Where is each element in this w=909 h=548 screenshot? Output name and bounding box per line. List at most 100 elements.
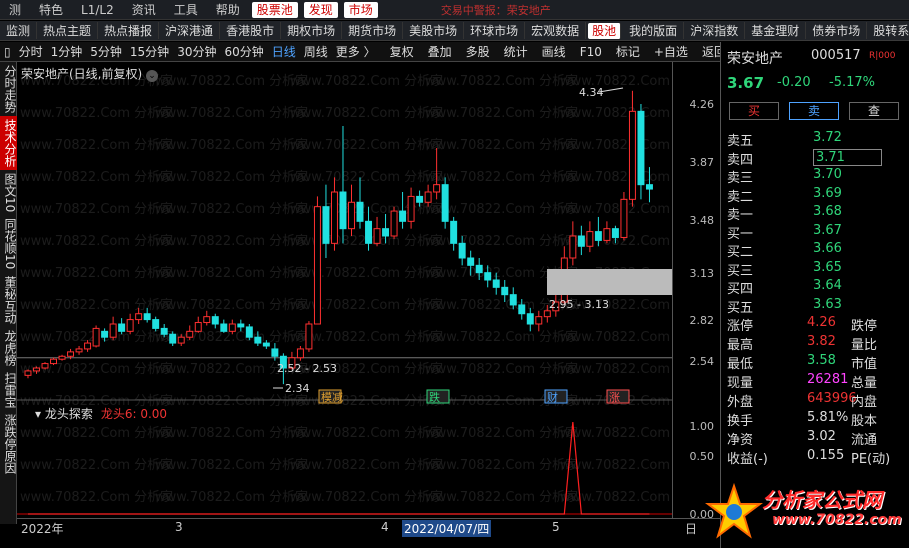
period-7[interactable]: 周线 [300,43,332,60]
price-tick: 4.26 [689,98,715,111]
candle-body [322,206,330,244]
nav-item[interactable]: 股转系统 [867,22,909,39]
stat-row: 净资 3.02 流通 [727,429,907,448]
range-annotation: 2.52 - 2.53 [277,362,337,375]
candle-body [518,304,526,315]
period-5[interactable]: 60分钟 [220,43,267,60]
candle-body [458,242,466,259]
candle-body [271,348,279,357]
nav-item[interactable]: 沪深指数 [684,22,746,39]
menu-button[interactable]: 股票池 [251,1,298,18]
stat-label: 最低 [727,357,754,372]
candle-body [543,310,551,318]
sell-button[interactable]: 卖 [789,102,839,120]
tool-5[interactable]: F10 [576,45,606,59]
period-3[interactable]: 15分钟 [126,43,173,60]
nav-item[interactable]: 美股市场 [403,22,465,39]
stat-value: 3.58 [807,353,836,368]
stat-value: 643996 [807,391,857,406]
stat-value: 0.155 [807,448,845,463]
nav-item[interactable]: 我的版面 [623,22,685,39]
side-tab[interactable]: 董秘互动 [0,273,17,327]
candle-body [390,210,398,237]
query-button[interactable]: 查 [849,102,899,120]
nav-item[interactable]: 债券市场 [806,22,868,39]
menu-item[interactable]: 特色 [30,1,72,18]
side-tab[interactable]: 扫雷宝 [0,369,17,411]
side-tab[interactable]: 图文10 [0,170,17,215]
menu-item[interactable]: 资讯 [123,1,165,18]
time-axis: 2022年 3 4 2022/04/07/四 5 日 [17,518,720,537]
candle-body [569,235,577,259]
side-tab[interactable]: 同花顺10 [0,215,17,272]
nav-item[interactable]: 宏观数据 [525,22,587,39]
stat-value: 3.02 [807,429,836,444]
nav-item[interactable]: 监测 [0,22,38,39]
candle-body [67,351,75,357]
nav-item[interactable]: 基金理财 [745,22,807,39]
candle-body [492,279,500,288]
toolbar-toggle-icon[interactable]: ▯ [0,45,15,59]
menu-item[interactable]: 帮助 [207,1,249,18]
candle-body [228,323,236,332]
candle-body [339,191,347,230]
period-0[interactable]: 分时 [15,43,47,60]
order-book-row: 卖二 3.69 [727,186,907,205]
chart-menu-icon[interactable]: ⌄ [146,70,159,82]
candlestick-chart[interactable]: 4.34 2.34 2.52 - 2.53 2.95 - 3.13 模减 跌 财 涨 [17,62,672,518]
nav-item[interactable]: 热点播报 [98,22,160,39]
side-tab[interactable]: 龙虎榜 [0,327,17,369]
candle-body [160,327,168,335]
candle-body [501,286,509,296]
stock-pool-button[interactable]: 股池 [588,22,622,39]
tool-4[interactable]: 画线 [538,43,570,60]
period-1[interactable]: 1分钟 [47,43,87,60]
buy-button[interactable]: 买 [729,102,779,120]
tool-2[interactable]: 多股 [462,43,494,60]
stat-label: 净资 [727,433,754,448]
nav-item[interactable]: 环球市场 [464,22,526,39]
menu-item[interactable]: 测 [0,1,30,18]
expand-icon[interactable]: ▾ [35,407,45,421]
nav-item[interactable]: 沪深港通 [159,22,221,39]
candle-body [586,231,594,247]
menu-button[interactable]: 市场 [343,1,378,18]
stat-label: 收益(-) [727,452,768,467]
price-tick: 3.48 [689,214,715,227]
nav-item[interactable]: 期权市场 [281,22,343,39]
stat-label: 现量 [727,376,754,391]
candle-body [152,319,160,329]
tool-3[interactable]: 统计 [500,43,532,60]
side-tab[interactable]: 涨跌停原因 [0,411,17,477]
indicator-line [27,421,650,515]
candle-body [245,326,253,338]
candle-body [177,336,185,344]
candle-body [75,348,83,353]
candle-body [603,228,611,241]
candle-body [109,323,117,338]
candle-body [237,323,245,328]
period-6[interactable]: 日线 [268,43,300,60]
period-8[interactable]: 更多 〉 [332,43,380,60]
side-tab[interactable]: 技术分析 [0,116,17,170]
level-price: 3.67 [813,222,842,238]
stat-label: 跌停 [851,319,878,334]
stat-label: 股本 [851,414,878,429]
tool-1[interactable]: 叠加 [424,43,456,60]
menu-item[interactable]: 工具 [165,1,207,18]
nav-item[interactable]: 热点主题 [37,22,99,39]
candle-body [41,363,49,369]
nav-item[interactable]: 期货市场 [342,22,404,39]
tool-6[interactable]: 标记 [612,43,644,60]
tool-7[interactable]: +自选 [650,43,692,60]
menu-item[interactable]: L1/L2 [72,3,123,17]
candle-body [645,184,653,190]
period-2[interactable]: 5分钟 [86,43,126,60]
side-tab[interactable]: 分时走势 [0,62,17,116]
candle-body [348,201,355,230]
level-label: 卖二 [727,189,754,205]
menu-button[interactable]: 发现 [303,1,338,18]
tool-0[interactable]: 复权 [386,43,418,60]
period-4[interactable]: 30分钟 [173,43,220,60]
nav-item[interactable]: 香港股市 [220,22,282,39]
